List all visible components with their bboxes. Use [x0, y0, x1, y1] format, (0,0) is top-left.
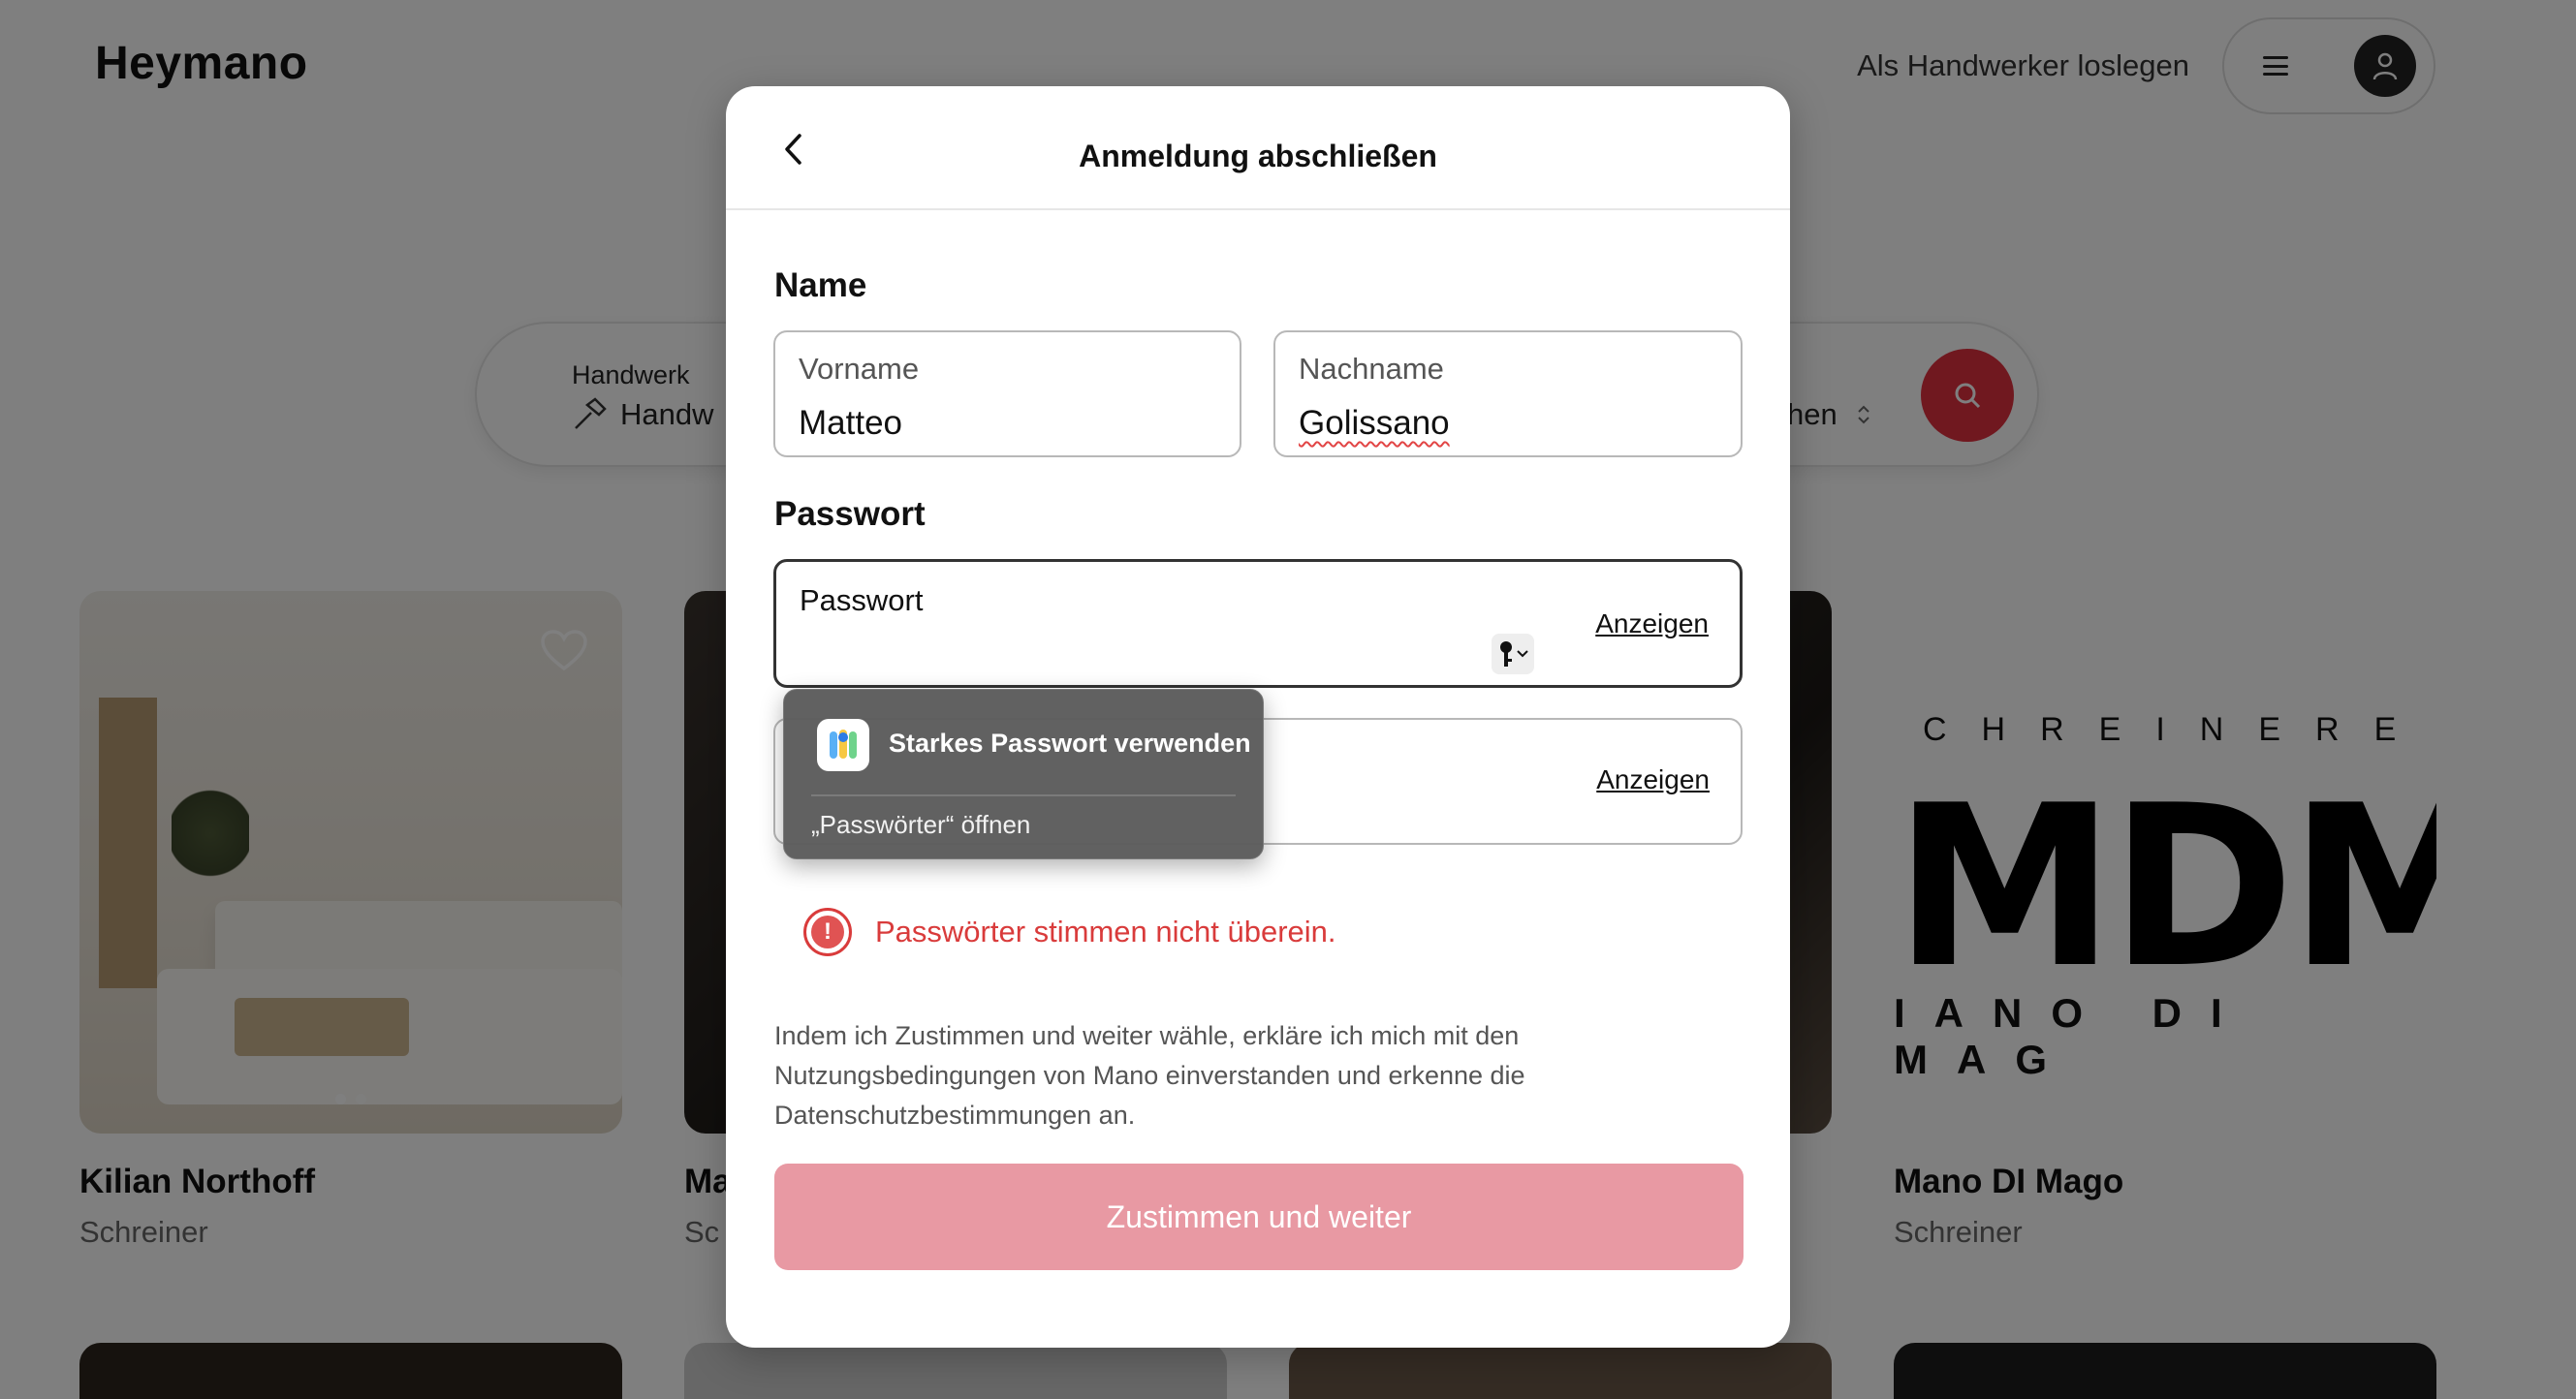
last-name-field[interactable]: Nachname Golissano [1273, 330, 1743, 457]
name-section-label: Name [774, 266, 867, 304]
signup-modal: Anmeldung abschließen Name Vorname Matte… [726, 86, 1790, 1348]
agree-continue-button[interactable]: Zustimmen und weiter [774, 1164, 1744, 1270]
password-autofill-button[interactable] [1492, 634, 1534, 674]
chevron-down-icon [1517, 650, 1528, 658]
modal-title: Anmeldung abschließen [1079, 139, 1437, 173]
passwords-app-icon [817, 719, 869, 771]
modal-header: Anmeldung abschließen [726, 86, 1790, 210]
first-name-label: Vorname [799, 352, 920, 386]
use-strong-password-option[interactable]: Starkes Passwort verwenden [889, 729, 1251, 759]
last-name-input[interactable]: Golissano [1299, 404, 1706, 443]
first-name-input[interactable]: Matteo [799, 404, 1206, 443]
popup-divider [811, 794, 1236, 796]
show-password-link[interactable]: Anzeigen [1595, 608, 1709, 639]
password-field[interactable]: Passwort Anzeigen [773, 559, 1743, 688]
last-name-label: Nachname [1299, 352, 1444, 386]
key-icon [1500, 641, 1512, 667]
last-name-value: Golissano [1299, 404, 1450, 442]
password-error: ! Passwörter stimmen nicht überein. [803, 908, 1336, 956]
password-section-label: Passwort [774, 495, 926, 533]
terms-text: Indem ich Zustimmen und weiter wähle, er… [774, 1021, 1525, 1130]
error-message: Passwörter stimmen nicht überein. [875, 915, 1336, 948]
error-icon: ! [803, 908, 852, 956]
password-suggestion-popup: Starkes Passwort verwenden „Passwörter“ … [783, 689, 1264, 859]
open-passwords-option[interactable]: „Passwörter“ öffnen [811, 810, 1030, 840]
show-confirm-password-link[interactable]: Anzeigen [1596, 764, 1710, 795]
first-name-field[interactable]: Vorname Matteo [773, 330, 1241, 457]
password-input[interactable]: Passwort [800, 583, 923, 618]
